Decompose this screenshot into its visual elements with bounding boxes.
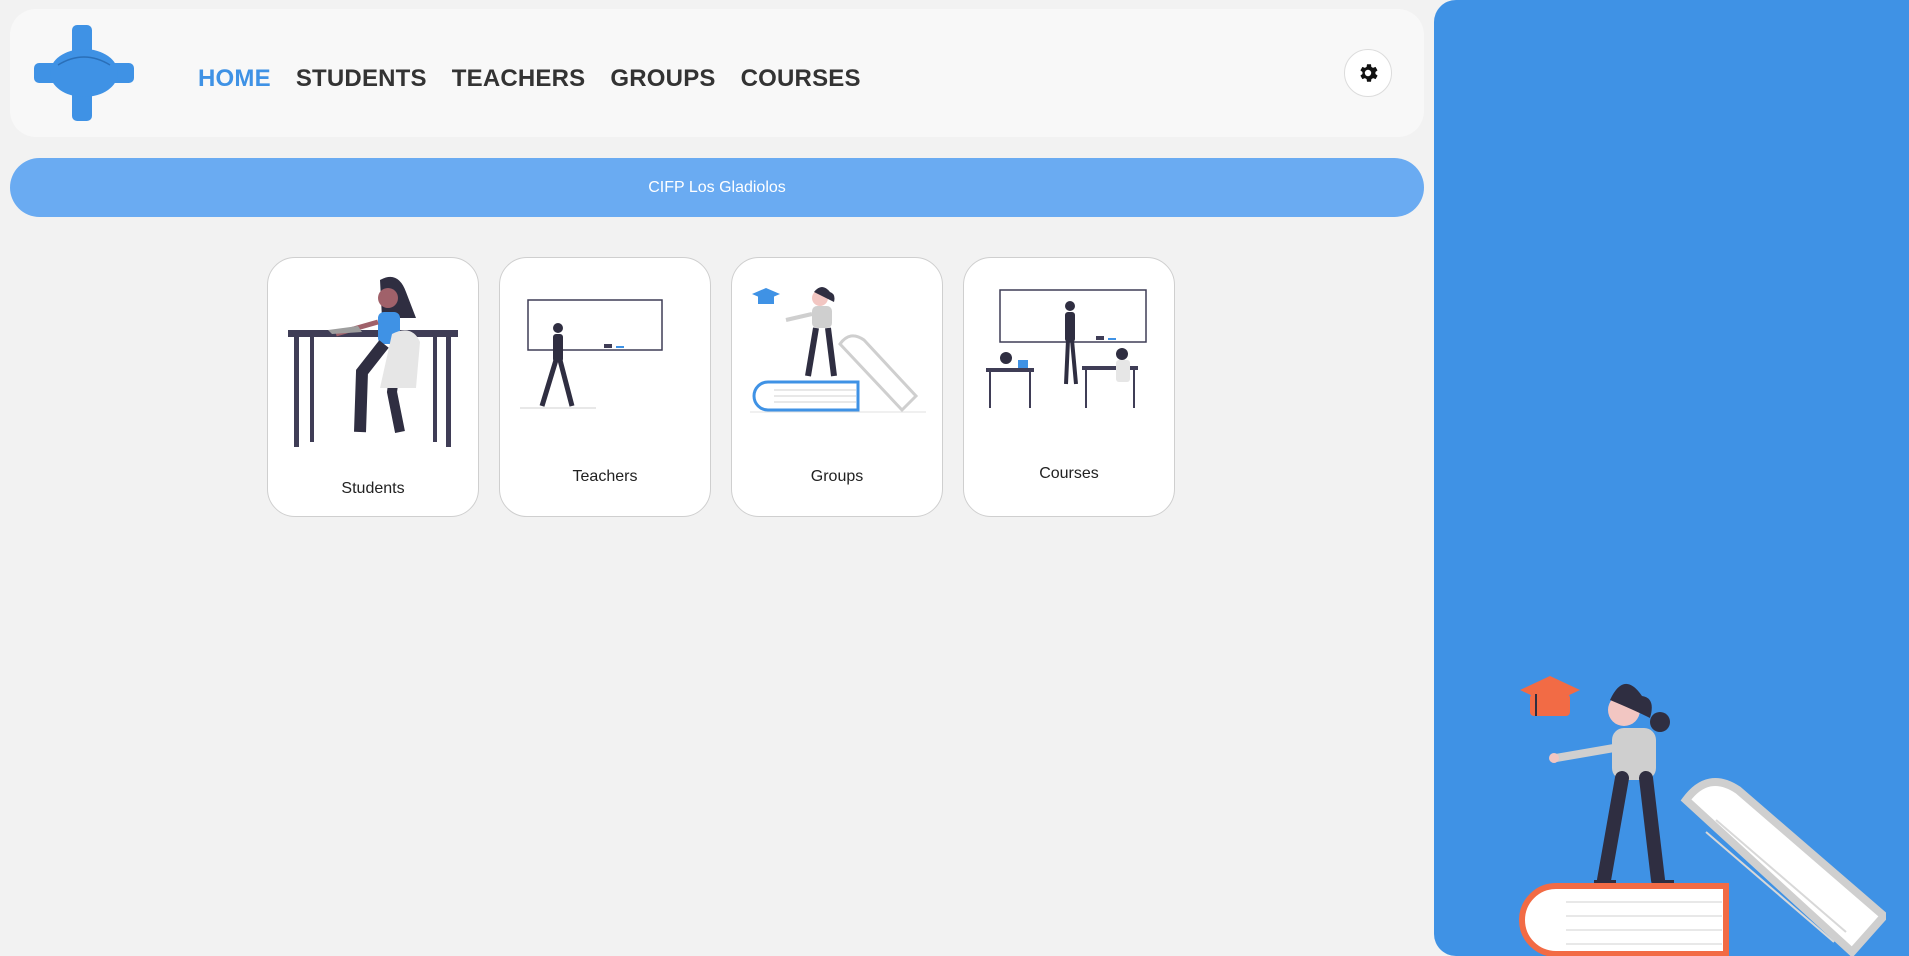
classroom-illustration [986,289,1147,408]
card-label-students: Students [341,480,405,497]
nav-item-courses[interactable]: COURSES [741,65,861,93]
hero-side-panel [1434,0,1909,956]
teacher-at-whiteboard-illustration [520,299,663,409]
card-groups[interactable]: Groups [731,257,943,517]
card-courses[interactable]: Courses [963,257,1175,517]
main-content: HOME STUDENTS TEACHERS GROUPS COURSES CI… [0,0,1434,956]
graduate-on-books-illustration [750,287,926,413]
card-label-courses: Courses [1039,465,1099,482]
school-banner: CIFP Los Gladiolos [10,158,1424,217]
card-label-teachers: Teachers [572,468,638,485]
cross-logo-icon[interactable] [32,23,136,123]
top-navigation-bar: HOME STUDENTS TEACHERS GROUPS COURSES [10,9,1424,137]
card-teachers[interactable]: Teachers [499,257,711,517]
nav-item-teachers[interactable]: TEACHERS [452,65,586,93]
card-label-groups: Groups [810,468,864,485]
nav-item-groups[interactable]: GROUPS [610,65,715,93]
graduate-on-books-hero-illustration [1519,676,1886,956]
gear-icon [1360,64,1378,82]
card-students[interactable]: Students [267,257,479,517]
nav-item-home[interactable]: HOME [198,65,271,93]
main-nav: HOME STUDENTS TEACHERS GROUPS COURSES [198,65,886,93]
student-at-desk-illustration [288,276,458,447]
school-name: CIFP Los Gladiolos [648,178,786,196]
settings-button[interactable] [1344,49,1392,97]
nav-item-students[interactable]: STUDENTS [296,65,427,93]
